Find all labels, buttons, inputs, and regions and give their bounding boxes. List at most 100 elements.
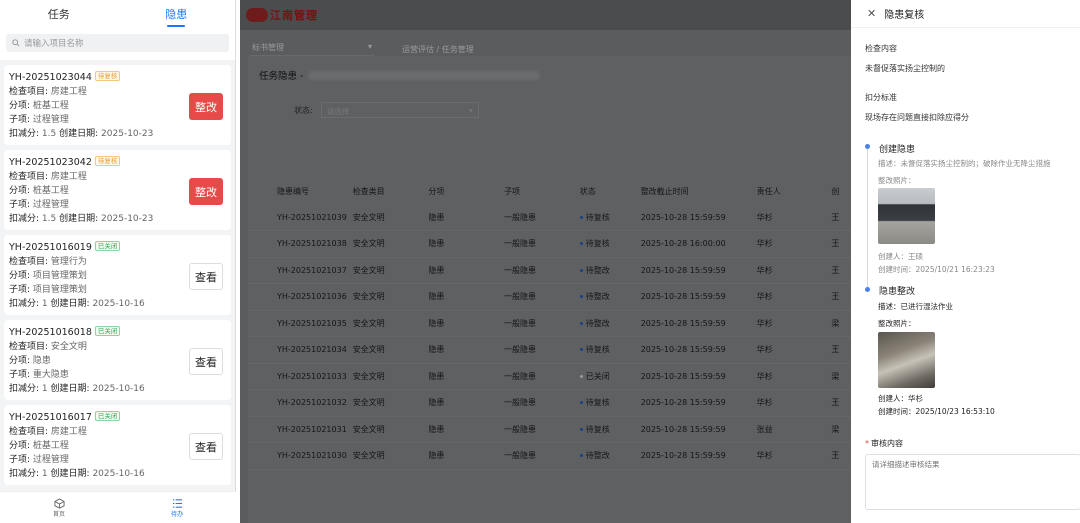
table-row[interactable]: YH-20251021039 安全文明 隐患 一般隐患 待复核 2025-10-28 15… (248, 205, 851, 231)
table-cell: 隐患 (428, 265, 445, 275)
table-cell: 一般隐患 (504, 451, 537, 461)
hazard-code: YH-20251016018 (9, 327, 92, 338)
table-header: 隐患编号 检查类目 分项 子项 状态 整改截止时间 责任人 创 (248, 178, 851, 205)
table-cell: 隐患 (428, 239, 445, 249)
create-photo-thumbnail[interactable] (878, 188, 935, 244)
deduct-value: 1 (41, 384, 48, 394)
sub-value: 项目管理策划 (32, 271, 87, 281)
check-label: 检查项目: (9, 342, 49, 352)
table-row[interactable]: YH-20251021035 安全文明 隐患 一般隐患 待整改 2025-10-28 15… (248, 311, 851, 337)
mobile-tabs: 任务 隐患 (0, 0, 235, 30)
rectify-photo-thumbnail[interactable] (878, 332, 935, 388)
sub-label: 分项: (9, 441, 31, 451)
sub-label: 分项: (9, 186, 31, 196)
status-badge: 已关闭 (94, 326, 121, 336)
status-dot-icon (579, 427, 583, 431)
status-text: 待复核 (585, 212, 610, 222)
check-content-label: 检查内容 (865, 44, 897, 53)
hazard-card[interactable]: YH-20251016019 已关闭 检查项目: 管理行为 分项: 项目管理策划 子项:… (4, 235, 231, 315)
table-cell: 2025-10-28 15:59:59 (640, 345, 726, 355)
table-cell: YH-20251021032 (277, 398, 347, 408)
timeline-create-desc: 描述：未督促落实扬尘控制的；破除作业无降尘措施 (878, 159, 1051, 168)
column-header: 状态 (579, 186, 596, 196)
table-cell: 安全文明 (352, 345, 385, 355)
table-cell: 隐患 (428, 371, 445, 381)
status-dot-icon (579, 321, 583, 325)
web-backdrop[interactable]: 江南管理 标书管理 ▾ 运营评估 / 任务管理 任务隐患 - 状态: 请选择 ▾ 隐… (240, 0, 851, 523)
table-cell-status: 已关闭 (579, 371, 641, 382)
close-icon[interactable]: ✕ (867, 7, 876, 20)
tab-tasks[interactable]: 任务 (0, 6, 118, 30)
deduction-standard-value: 现场存在问题直接扣除应得分 (865, 113, 969, 122)
table-cell: 华杉 (756, 292, 773, 302)
mobile-panel: 任务 隐患 请输入项目名称 YH-20251023044 待复核 检查项目: 房建工… (0, 0, 236, 523)
nav-home[interactable]: 首页 (0, 492, 118, 523)
check-value: 安全文明 (50, 342, 87, 352)
search-input[interactable]: 请输入项目名称 (6, 34, 229, 52)
table-cell: 隐患 (428, 451, 445, 461)
status-dot-icon (579, 268, 583, 272)
table-row[interactable]: YH-20251021033 安全文明 隐患 一般隐患 已关闭 2025-10-28 15… (248, 364, 851, 390)
timeline-line (867, 148, 868, 288)
table-cell: 一般隐患 (504, 212, 537, 222)
status-select[interactable]: 请选择 ▾ (320, 102, 479, 118)
view-button[interactable]: 查看 (189, 433, 223, 460)
rectify-button[interactable]: 整改 (189, 93, 223, 120)
status-text: 待整改 (585, 318, 610, 328)
table-cell: 2025-10-28 15:59:59 (640, 451, 726, 461)
department-select[interactable]: 标书管理 ▾ (250, 40, 374, 56)
created-value: 2025-10-16 (92, 299, 145, 309)
item-label: 子项: (9, 115, 31, 125)
table-row[interactable]: YH-20251021037 安全文明 隐患 一般隐患 待整改 2025-10-28 15… (248, 258, 851, 284)
logo-text: 江南管理 (270, 9, 318, 22)
status-dot-icon (579, 454, 583, 458)
hazard-card[interactable]: YH-20251016017 已关闭 检查项目: 房建工程 分项: 桩基工程 子项: 过… (4, 405, 231, 485)
sub-value: 桩基工程 (32, 186, 69, 196)
hazard-card[interactable]: YH-20251023044 待复核 检查项目: 房建工程 分项: 桩基工程 子项: 过… (4, 65, 231, 145)
status-text: 待整改 (585, 292, 610, 302)
table-cell: 安全文明 (352, 265, 385, 275)
rectify-button[interactable]: 整改 (189, 178, 223, 205)
created-label: 创建日期: (59, 214, 99, 224)
table-cell: YH-20251021035 (277, 318, 347, 328)
timeline-create-photo-label: 整改照片： (878, 176, 916, 185)
status-dot-icon (579, 242, 583, 246)
table-cell-status: 待复核 (579, 424, 641, 435)
table-row[interactable]: YH-20251021034 安全文明 隐患 一般隐患 待复核 2025-10-28 15… (248, 337, 851, 364)
table-row[interactable]: YH-20251021036 安全文明 隐患 一般隐患 待整改 2025-10-28 15… (248, 284, 851, 311)
view-button[interactable]: 查看 (189, 263, 223, 290)
created-value: 2025-10-23 (101, 129, 154, 139)
timeline-dot (865, 144, 870, 149)
created-label: 创建日期: (59, 129, 99, 139)
page-title: 任务隐患 - (259, 68, 540, 82)
page-title-text: 任务隐患 - (259, 71, 304, 82)
view-button[interactable]: 查看 (189, 348, 223, 375)
table-row[interactable]: YH-20251021030 安全文明 隐患 一般隐患 待整改 2025-10-28 15… (248, 443, 851, 470)
nav-todo[interactable]: 待办 (118, 492, 236, 523)
deduct-label: 扣减分: (9, 214, 40, 224)
table-row[interactable]: YH-20251021032 安全文明 隐患 一般隐患 待复核 2025-10-28 15… (248, 390, 851, 417)
sub-label: 分项: (9, 356, 31, 366)
tab-hazards[interactable]: 隐患 (118, 6, 236, 30)
hazard-card[interactable]: YH-20251023042 待复核 检查项目: 房建工程 分项: 桩基工程 子项: 过… (4, 150, 231, 230)
check-label: 检查项目: (9, 427, 49, 437)
status-select-placeholder: 请选择 (326, 107, 350, 116)
table-row[interactable]: YH-20251021031 安全文明 隐患 一般隐患 待复核 2025-10-28 15… (248, 417, 851, 443)
item-value: 过程管理 (32, 455, 69, 465)
table-cell-status: 待复核 (579, 397, 641, 408)
table-row[interactable]: YH-20251021038 安全文明 隐患 一般隐患 待复核 2025-10-28 16… (248, 231, 851, 258)
status-filter-label: 状态: (294, 105, 313, 115)
table-cell: 王 (831, 292, 840, 302)
table-cell-status: 待复核 (579, 344, 641, 355)
status-badge: 待复核 (94, 156, 121, 166)
status-text: 待复核 (585, 398, 610, 408)
table-cell: YH-20251021039 (277, 212, 347, 222)
table-cell: 一般隐患 (504, 345, 537, 355)
web-header: 江南管理 (240, 0, 851, 30)
audit-content-textarea[interactable] (865, 454, 1080, 510)
hazard-card[interactable]: YH-20251016018 已关闭 检查项目: 安全文明 分项: 隐患 子项: 重大隐… (4, 320, 231, 400)
nav-todo-label: 待办 (170, 510, 183, 518)
sub-label: 分项: (9, 101, 31, 111)
table-cell: YH-20251021034 (277, 345, 347, 355)
status-text: 待复核 (585, 345, 610, 355)
